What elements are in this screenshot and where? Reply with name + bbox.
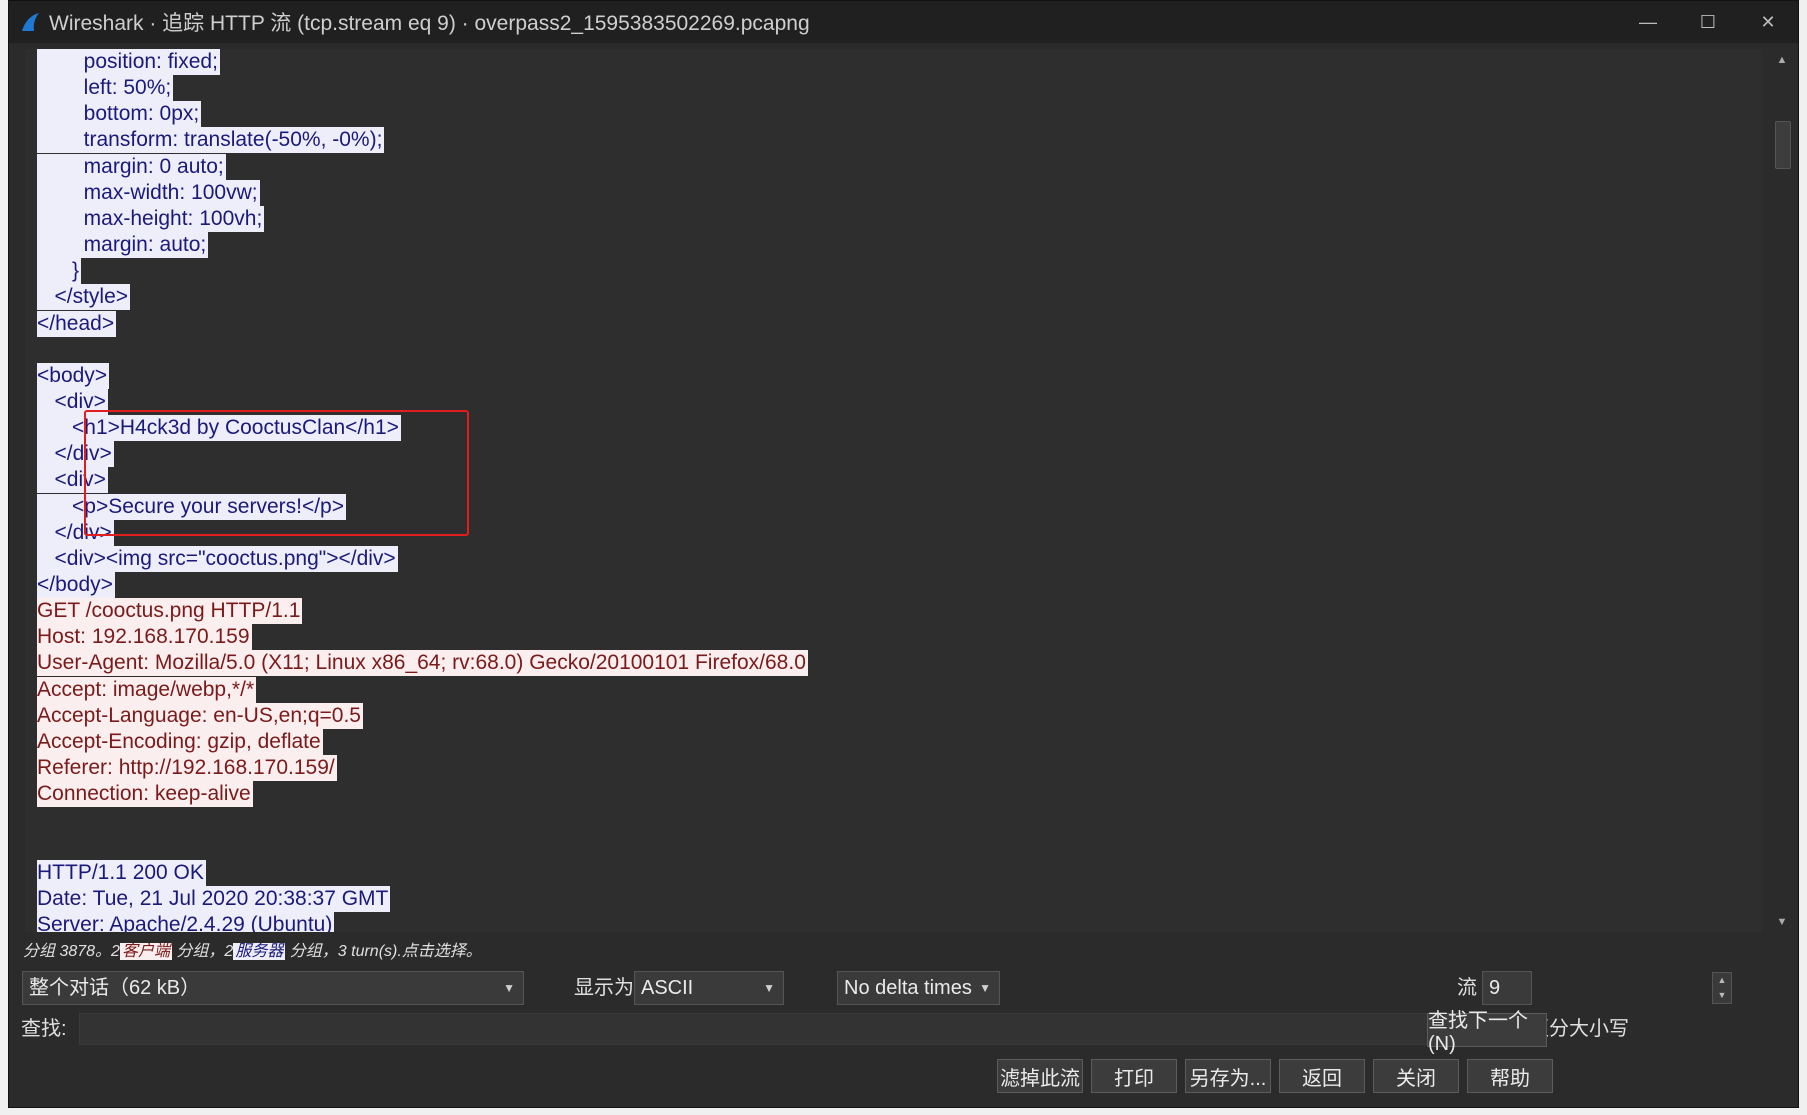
server-stream-line: Date: Tue, 21 Jul 2020 20:38:37 GMT [37,885,391,912]
chevron-down-icon: ▼ [503,981,515,995]
show-as-select[interactable]: ASCII ▼ [634,971,784,1005]
stream-line-text: max-width: 100vw; [37,179,260,206]
stream-line-text: } [37,258,82,285]
stream-line-text: transform: translate(-50%, -0%); [37,127,385,154]
stream-line-text: margin: 0 auto; [37,153,226,180]
stream-line-text: </body> [37,572,115,598]
server-stream-line: max-height: 100vh; [37,205,265,232]
server-stream-line: margin: auto; [37,232,209,259]
stream-line-text: Accept: image/webp,*/* [37,676,257,703]
status-prefix: 分组 3878。2 [23,943,120,960]
server-stream-line: <div><img src="cooctus.png"></div> [37,545,398,572]
client-stream-line: Referer: http://192.168.170.159/ [37,755,337,782]
back-button[interactable]: 返回 [1279,1059,1365,1093]
stream-line-text: User-Agent: Mozilla/5.0 (X11; Linux x86_… [37,650,808,677]
scroll-up-icon[interactable]: ▲ [1772,51,1792,69]
filter-out-stream-button[interactable]: 滤掉此流 [997,1059,1083,1093]
server-stream-line: </style> [37,284,131,311]
status-mid: 分组，2 [171,943,234,960]
window-controls: — ☐ ✕ [1618,1,1798,43]
print-button[interactable]: 打印 [1091,1059,1177,1093]
stream-line-text: bottom: 0px; [37,101,202,128]
client-stream-line: Accept-Language: en-US,en;q=0.5 [37,702,363,729]
server-stream-line: </head> [37,310,117,337]
stream-number-input[interactable]: 9 [1482,971,1532,1005]
status-summary[interactable]: 分组 3878。2 客户端 分组，2 服务器 分组，3 turn(s).点击选择。 [23,937,482,961]
client-stream-line: Accept-Encoding: gzip, deflate [37,728,323,755]
close-window-button[interactable]: ✕ [1738,1,1798,43]
stream-line-text: max-height: 100vh; [37,205,265,232]
show-as-value: ASCII [641,977,694,999]
vertical-scrollbar[interactable]: ▲ ▼ [1772,51,1792,931]
stream-line-text: Accept-Language: en-US,en;q=0.5 [37,702,363,729]
server-stream-line: </body> [37,572,115,598]
save-as-button[interactable]: 另存为... [1185,1059,1271,1093]
scrollbar-thumb[interactable] [1775,121,1791,169]
server-stream-line: <body> [37,362,110,389]
conversation-select[interactable]: 整个对话（62 kB） ▼ [22,971,524,1005]
server-stream-line: bottom: 0px; [37,101,202,128]
minimize-button[interactable]: — [1618,1,1678,43]
server-tag: 服务器 [233,943,286,960]
stream-line-text: HTTP/1.1 200 OK [37,859,206,886]
stream-line-text: Connection: keep-alive [37,781,253,808]
stream-line-text: GET /cooctus.png HTTP/1.1 [37,598,303,625]
stream-line-text: margin: auto; [37,232,209,259]
client-stream-line: GET /cooctus.png HTTP/1.1 [37,598,303,625]
window-title: Wireshark · 追踪 HTTP 流 (tcp.stream eq 9) … [49,12,810,35]
stream-line-text: Host: 192.168.170.159 [37,624,252,651]
server-stream-line: Server: Apache/2.4.29 (Ubuntu) [37,911,335,932]
scroll-down-icon[interactable]: ▼ [1772,913,1792,931]
stream-spinner[interactable]: ▲ ▼ [1712,972,1732,1004]
stream-line-text: Server: Apache/2.4.29 (Ubuntu) [37,911,335,932]
stream-line-text: Date: Tue, 21 Jul 2020 20:38:37 GMT [37,885,391,912]
spin-down-icon[interactable]: ▼ [1713,988,1731,1003]
client-stream-line: Accept: image/webp,*/* [37,676,257,703]
client-stream-line: Connection: keep-alive [37,781,253,808]
stream-line-text: </style> [37,284,131,311]
stream-content-area[interactable]: Server: Apache/2.4.29 (Ubuntu) Date: Tue,… [25,49,1762,932]
stream-line-text: position: fixed; [37,49,220,75]
maximize-button[interactable]: ☐ [1678,1,1738,43]
find-next-button[interactable]: 查找下一个(N) [1427,1010,1547,1055]
help-button[interactable]: 帮助 [1467,1059,1553,1093]
find-input[interactable] [79,1013,1499,1045]
stream-line-text: <body> [37,362,110,389]
title-bar: Wireshark · 追踪 HTTP 流 (tcp.stream eq 9) … [9,1,1798,43]
stream-line-text: left: 50%; [37,75,174,102]
delta-times-value: No delta times [844,977,972,999]
stream-number-value: 9 [1489,977,1501,999]
close-button[interactable]: 关闭 [1373,1059,1459,1093]
show-as-label: 显示为 [574,977,634,999]
stream-line-text: </head> [37,310,117,337]
follow-http-stream-window: Wireshark · 追踪 HTTP 流 (tcp.stream eq 9) … [8,0,1799,1108]
stream-line-text: <div><img src="cooctus.png"></div> [37,545,398,572]
stream-label: 流 [1457,977,1477,999]
client-tag: 客户端 [119,943,172,960]
chevron-down-icon: ▼ [979,981,991,995]
stream-line-text: Referer: http://192.168.170.159/ [37,755,337,782]
find-label: 查找: [21,1018,67,1040]
wireshark-fin-icon [22,13,39,31]
chevron-down-icon: ▼ [763,981,775,995]
server-stream-line: max-width: 100vw; [37,179,260,206]
server-stream-line: margin: 0 auto; [37,153,226,180]
delta-times-select[interactable]: No delta times ▼ [837,971,1000,1005]
spin-up-icon[interactable]: ▲ [1713,973,1731,988]
server-stream-line: transform: translate(-50%, -0%); [37,127,385,154]
conversation-value: 整个对话（62 kB） [29,977,201,999]
status-suffix: 分组，3 turn(s).点击选择。 [285,943,482,960]
server-stream-line: left: 50%; [37,75,174,102]
annotation-highlight-box [84,410,469,536]
stream-line-text: Accept-Encoding: gzip, deflate [37,728,323,755]
client-stream-line: Host: 192.168.170.159 [37,624,252,651]
server-stream-line: } [37,258,82,285]
server-stream-line: position: fixed; [37,49,220,75]
server-stream-line: HTTP/1.1 200 OK [37,859,206,886]
client-stream-line: User-Agent: Mozilla/5.0 (X11; Linux x86_… [37,650,808,677]
